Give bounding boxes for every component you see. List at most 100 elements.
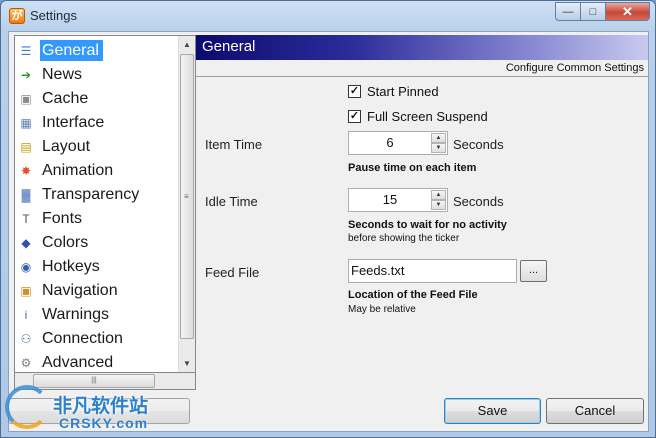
section-banner: General (196, 35, 648, 60)
idle-time-label: Idle Time (205, 194, 258, 209)
item-time-spin-buttons: ▲ ▼ (431, 133, 446, 153)
maximize-button[interactable]: □ (581, 2, 606, 21)
item-time-label: Item Time (205, 137, 263, 152)
sidebar-item-navigation[interactable]: ▣ Navigation (18, 279, 178, 302)
item-time-value[interactable]: 6 (349, 135, 431, 150)
maximize-icon: □ (589, 5, 597, 18)
sidebar-item-label: General (40, 40, 103, 61)
vertical-scrollbar[interactable]: ▲ ≡ ▼ (178, 36, 195, 372)
section-subheading: Configure Common Settings (505, 62, 644, 74)
watermark-subtext: CRSKY.com (59, 415, 149, 431)
title-bar[interactable]: が Settings — □ ✕ (1, 1, 655, 31)
idle-time-spinbox[interactable]: 15 ▲ ▼ (348, 188, 448, 212)
sidebar-item-layout[interactable]: ▤ Layout (18, 135, 178, 158)
sidebar-item-label: Animation (42, 162, 114, 179)
sidebar-item-label: Hotkeys (42, 258, 100, 275)
fullscreen-suspend-checkbox[interactable]: ✓ Full Screen Suspend (348, 109, 488, 124)
cancel-button[interactable]: Cancel (546, 398, 644, 424)
sidebar-item-label: Warnings (42, 306, 109, 323)
interface-icon: ▦ (20, 115, 32, 130)
item-time-up-icon[interactable]: ▲ (431, 133, 446, 143)
layout-icon: ▤ (20, 139, 32, 154)
sidebar-item-label: Layout (42, 138, 91, 155)
settings-form: ✓ Start Pinned ✓ Full Screen Suspend Ite… (196, 76, 648, 390)
sidebar-item-transparency[interactable]: ▓ Transparency (18, 183, 178, 206)
sidebar-item-warnings[interactable]: i Warnings (18, 303, 178, 326)
window-title: Settings (30, 8, 77, 23)
sidebar-item-label: Connection (42, 330, 123, 347)
watermark-text: 非凡软件站 (53, 396, 149, 417)
sidebar-item-hotkeys[interactable]: ◉ Hotkeys (18, 255, 178, 278)
idle-time-hint-2: before showing the ticker (348, 233, 460, 244)
watermark-logo: 非凡软件站 CRSKY.com (1, 379, 166, 437)
navigation-icon: ▣ (20, 283, 32, 298)
sidebar-item-interface[interactable]: ▦ Interface (18, 111, 178, 134)
feed-file-input[interactable]: Feeds.txt (348, 259, 517, 283)
dialog-client-area: ☰ General ➔ News ▣ Cache ▦ Interface ▤ Layout ✸ Ani… (8, 31, 649, 432)
feed-file-hint: Location of the Feed File (348, 289, 478, 301)
close-button[interactable]: ✕ (606, 2, 650, 21)
feed-file-hint-2: May be relative (348, 304, 416, 315)
fullscreen-suspend-label: Full Screen Suspend (367, 109, 488, 124)
sidebar-item-label: Interface (42, 114, 105, 131)
feed-file-label: Feed File (205, 265, 260, 280)
item-time-spinbox[interactable]: 6 ▲ ▼ (348, 131, 448, 155)
idle-time-up-icon[interactable]: ▲ (431, 190, 446, 200)
scroll-down-icon[interactable]: ▼ (179, 355, 195, 372)
sidebar-item-fonts[interactable]: T Fonts (18, 207, 178, 230)
colors-icon: ◆ (21, 235, 31, 250)
sidebar-item-label: Colors (42, 234, 89, 251)
item-time-down-icon[interactable]: ▼ (431, 143, 446, 153)
window-controls: — □ ✕ (555, 2, 650, 21)
sidebar-item-general[interactable]: ☰ General (18, 39, 178, 62)
fullscreen-suspend-check-icon[interactable]: ✓ (348, 110, 361, 123)
close-icon: ✕ (622, 3, 633, 19)
settings-window: が Settings — □ ✕ ☰ General ➔ News ▣ Cache ▦ Int… (0, 0, 656, 438)
watermark-emblem-icon (5, 385, 49, 429)
general-icon: ☰ (20, 43, 32, 58)
idle-time-value[interactable]: 15 (349, 192, 431, 207)
idle-time-hint: Seconds to wait for no activity (348, 219, 507, 231)
sidebar-item-advanced[interactable]: ⚙ Advanced (18, 351, 178, 372)
sidebar-item-label: Navigation (42, 282, 118, 299)
advanced-icon: ⚙ (20, 355, 32, 370)
cache-disk-icon: ▣ (20, 91, 32, 106)
sidebar-item-animation[interactable]: ✸ Animation (18, 159, 178, 182)
sidebar-item-cache[interactable]: ▣ Cache (18, 87, 178, 110)
animation-icon: ✸ (20, 163, 32, 178)
app-icon: が (9, 8, 25, 24)
transparency-icon: ▓ (21, 187, 31, 202)
sidebar-item-label: Advanced (42, 354, 114, 371)
fonts-icon: T (22, 211, 30, 226)
sidebar-item-connection[interactable]: ⚇ Connection (18, 327, 178, 350)
hotkeys-icon: ◉ (20, 259, 32, 274)
start-pinned-label: Start Pinned (367, 84, 439, 99)
browse-feed-file-button[interactable]: ... (520, 260, 547, 282)
minimize-button[interactable]: — (555, 2, 581, 21)
idle-time-unit: Seconds (453, 194, 504, 209)
scroll-up-icon[interactable]: ▲ (179, 36, 195, 53)
save-button[interactable]: Save (444, 398, 541, 424)
item-time-unit: Seconds (453, 137, 504, 152)
idle-time-down-icon[interactable]: ▼ (431, 200, 446, 210)
sidebar-item-label: News (42, 66, 83, 83)
settings-category-list[interactable]: ☰ General ➔ News ▣ Cache ▦ Interface ▤ Layout ✸ Ani… (14, 35, 196, 373)
section-title: General (202, 38, 256, 55)
item-time-hint: Pause time on each item (348, 162, 477, 174)
scroll-thumb[interactable]: ≡ (180, 54, 194, 339)
sidebar-item-label: Transparency (42, 186, 140, 203)
category-list-items: ☰ General ➔ News ▣ Cache ▦ Interface ▤ Layout ✸ Ani… (15, 36, 178, 372)
sidebar-item-colors[interactable]: ◆ Colors (18, 231, 178, 254)
start-pinned-checkbox[interactable]: ✓ Start Pinned (348, 84, 439, 99)
grip-icon: ≡ (184, 192, 189, 201)
news-arrow-icon: ➔ (20, 67, 32, 82)
warnings-info-icon: i (24, 307, 28, 322)
sidebar-item-label: Fonts (42, 210, 83, 227)
connection-icon: ⚇ (20, 331, 32, 346)
minimize-icon: — (562, 5, 574, 18)
idle-time-spin-buttons: ▲ ▼ (431, 190, 446, 210)
sidebar-item-label: Cache (42, 90, 89, 107)
general-settings-panel: General Configure Common Settings ✓ Star… (196, 35, 648, 390)
start-pinned-check-icon[interactable]: ✓ (348, 85, 361, 98)
sidebar-item-news[interactable]: ➔ News (18, 63, 178, 86)
